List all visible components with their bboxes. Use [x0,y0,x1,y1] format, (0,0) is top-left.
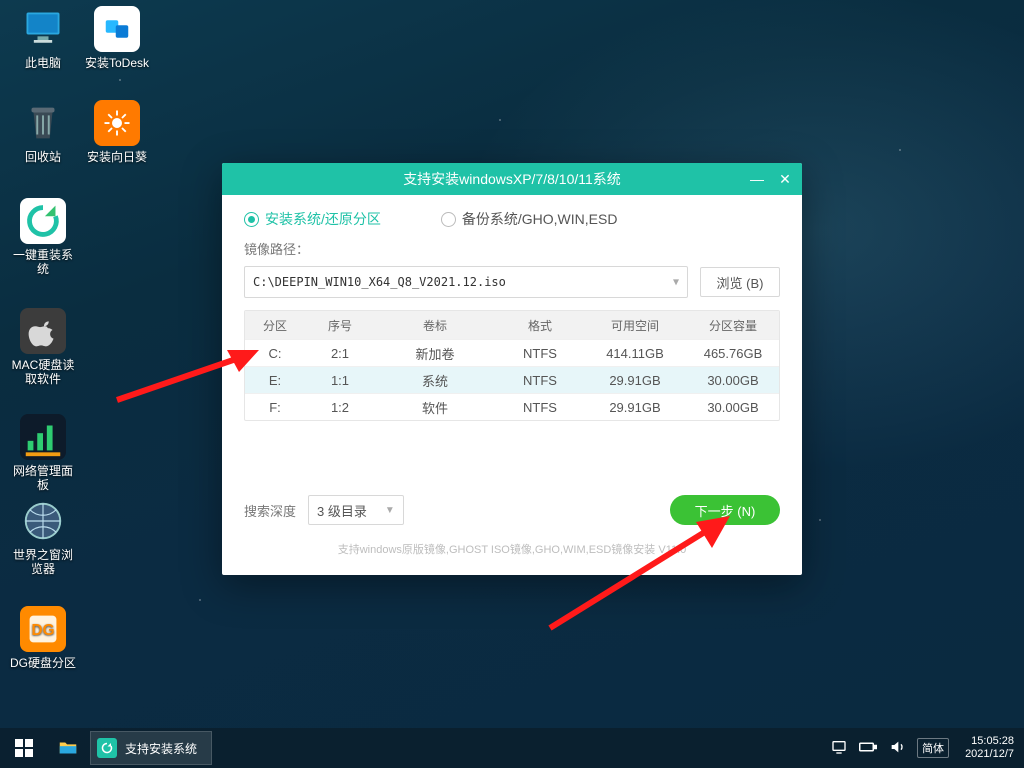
desktop-icon-mac-disk[interactable]: MAC硬盘读取软件 [8,308,78,386]
refresh-icon [20,198,66,244]
minimize-button[interactable]: — [746,168,768,190]
tray-clock[interactable]: 15:05:28 2021/12/7 [965,735,1014,761]
tab-label: 安装系统/还原分区 [265,209,381,229]
desktop-icon-net-panel[interactable]: 网络管理面板 [8,414,78,492]
table-row[interactable]: C: 2:1 新加卷 NTFS 414.11GB 465.76GB [245,339,779,366]
desktop-icon-label: 回收站 [8,150,78,164]
tray-battery-icon[interactable] [859,741,877,756]
trash-icon [20,100,66,146]
desktop-icon-label: 一键重装系统 [8,248,78,276]
apple-icon [20,308,66,354]
desktop-icon-label: 安装ToDesk [82,56,152,70]
image-path-value: C:\DEEPIN_WIN10_X64_Q8_V2021.12.iso [253,275,506,289]
table-header: 分区 序号 卷标 格式 可用空间 分区容量 [245,311,779,339]
col-size: 分区容量 [685,317,781,334]
table-row[interactable]: E: 1:1 系统 NTFS 29.91GB 30.00GB [245,366,779,393]
monitor-icon [20,6,66,52]
installer-window: 支持安装windowsXP/7/8/10/11系统 — ✕ 安装系统/还原分区 … [222,163,802,575]
radio-dot-icon [441,212,456,227]
taskbar-file-explorer[interactable] [48,728,88,768]
desktop-icon-sunflower[interactable]: 安装向日葵 [82,100,152,164]
mode-tabs: 安装系统/还原分区 备份系统/GHO,WIN,ESD [222,195,802,237]
taskbar: 支持安装系统 简体 15:05:28 2021/12/7 [0,728,1024,768]
next-button[interactable]: 下一步 (N) [670,495,780,525]
taskbar-task-title: 支持安装系统 [125,740,197,757]
window-titlebar[interactable]: 支持安装windowsXP/7/8/10/11系统 — ✕ [222,163,802,195]
tab-backup[interactable]: 备份系统/GHO,WIN,ESD [441,209,618,229]
tray-time: 15:05:28 [965,735,1014,748]
close-button[interactable]: ✕ [774,168,796,190]
search-depth-label: 搜索深度 [244,501,296,520]
app-icon [97,738,117,758]
todesk-icon [94,6,140,52]
desktop-icon-reinstall[interactable]: 一键重装系统 [8,198,78,276]
disk-icon: DG [20,606,66,652]
col-seq: 序号 [305,317,375,334]
col-free: 可用空间 [585,317,685,334]
image-path-combo[interactable]: C:\DEEPIN_WIN10_X64_Q8_V2021.12.iso ▼ [244,266,688,298]
desktop-icon-label: 网络管理面板 [8,464,78,492]
browse-button[interactable]: 浏览 (B) [700,267,780,297]
sunflower-icon [94,100,140,146]
table-row[interactable]: F: 1:2 软件 NTFS 29.91GB 30.00GB [245,393,779,420]
search-depth-select[interactable]: 3 级目录 ▼ [308,495,404,525]
chevron-down-icon: ▼ [385,505,395,516]
desktop-icon-label: 此电脑 [8,56,78,70]
partition-table: 分区 序号 卷标 格式 可用空间 分区容量 C: 2:1 新加卷 NTFS 41… [244,310,780,421]
window-footer: 搜索深度 3 级目录 ▼ 下一步 (N) [244,495,780,525]
desktop-icon-todesk[interactable]: 安装ToDesk [82,6,152,70]
desktop-icon-label: 世界之窗浏览器 [8,548,78,576]
globe-icon [20,498,66,544]
tray-ime[interactable]: 简体 [917,738,949,758]
taskbar-task-installer[interactable]: 支持安装系统 [90,731,212,765]
radio-dot-icon [244,212,259,227]
tab-label: 备份系统/GHO,WIN,ESD [462,209,618,229]
desktop-icon-label: DG硬盘分区 [8,656,78,670]
image-path-label: 镜像路径： [222,237,802,266]
col-label: 卷标 [375,317,495,334]
tray-date: 2021/12/7 [965,748,1014,761]
support-text: 支持windows原版镜像,GHOST ISO镜像,GHO,WIM,ESD镜像安… [222,541,802,557]
tray-volume-icon[interactable] [889,739,905,758]
tab-install-restore[interactable]: 安装系统/还原分区 [244,209,381,229]
tray-action-center-icon[interactable] [831,739,847,758]
desktop-icon-recycle-bin[interactable]: 回收站 [8,100,78,164]
svg-text:DG: DG [32,622,55,639]
start-button[interactable] [0,728,48,768]
desktop-icon-this-pc[interactable]: 此电脑 [8,6,78,70]
search-depth-value: 3 级目录 [317,501,367,520]
window-title: 支持安装windowsXP/7/8/10/11系统 [403,169,621,189]
desktop-icon-dg[interactable]: DG DG硬盘分区 [8,606,78,670]
desktop-icon-label: 安装向日葵 [82,150,152,164]
system-tray: 简体 15:05:28 2021/12/7 [831,735,1024,761]
col-partition: 分区 [245,317,305,334]
desktop-icon-label: MAC硬盘读取软件 [8,358,78,386]
desktop-icon-browser[interactable]: 世界之窗浏览器 [8,498,78,576]
bars-icon [20,414,66,460]
chevron-down-icon: ▼ [673,277,679,288]
col-format: 格式 [495,317,585,334]
